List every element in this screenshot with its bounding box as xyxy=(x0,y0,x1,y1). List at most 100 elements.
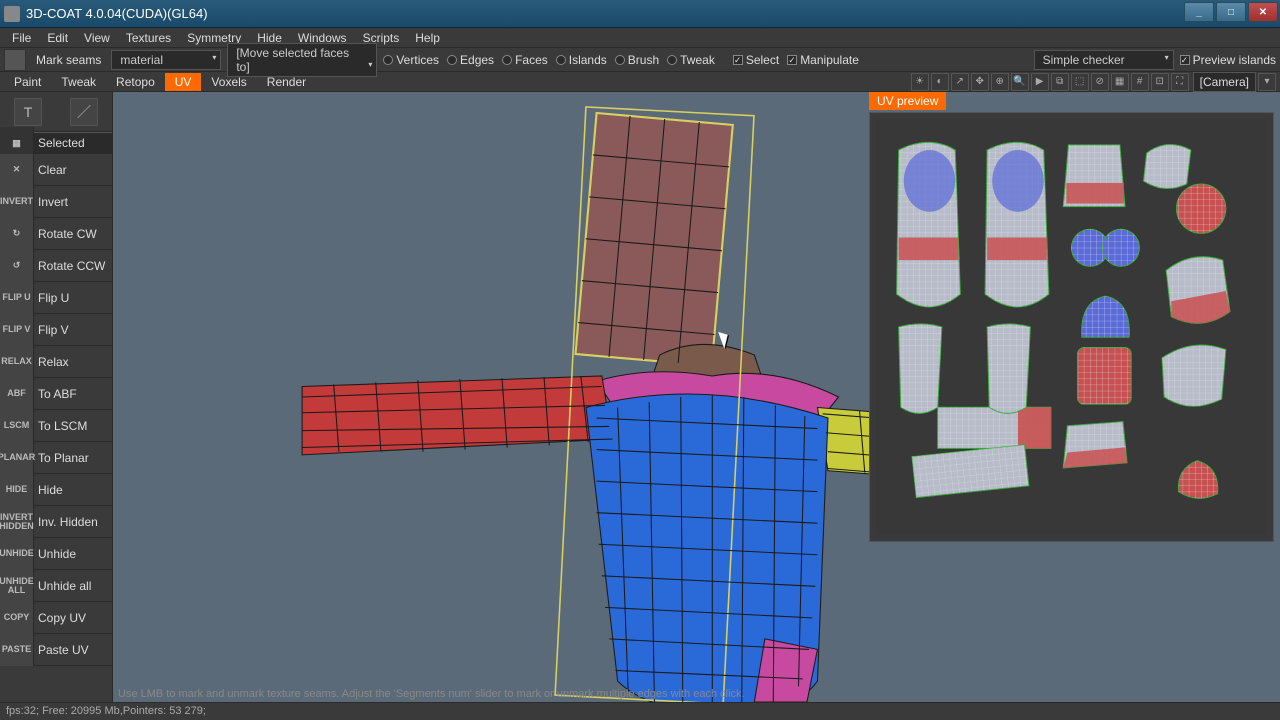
menu-view[interactable]: View xyxy=(76,29,118,47)
unhide-all-icon: UNHIDEALL xyxy=(0,570,34,602)
left-btn-rotate-ccw[interactable]: ↺Rotate CCW xyxy=(0,250,112,282)
menu-edit[interactable]: Edit xyxy=(39,29,76,47)
inv-hidden-icon: INVERTHIDDEN xyxy=(0,506,34,538)
left-btn-label: Copy UV xyxy=(34,611,86,625)
left-btn-clear[interactable]: ✕Clear xyxy=(0,154,112,186)
left-btn-rotate-cw[interactable]: ↻Rotate CW xyxy=(0,218,112,250)
brush-tool-icon[interactable]: ／ xyxy=(70,98,98,126)
mode-radio-edges[interactable]: Edges xyxy=(447,53,494,67)
radio-icon xyxy=(447,55,457,65)
left-btn-label: Invert xyxy=(34,195,68,209)
viewport-tool-12[interactable]: ⊡ xyxy=(1151,73,1169,91)
left-btn-relax[interactable]: RELAXRelax xyxy=(0,346,112,378)
left-btn-unhide[interactable]: UNHIDEUnhide xyxy=(0,538,112,570)
mode-tab-retopo[interactable]: Retopo xyxy=(106,73,165,91)
viewport-tool-3[interactable]: ✥ xyxy=(971,73,989,91)
hint-text: Use LMB to mark and unmark texture seams… xyxy=(118,686,1274,702)
check-manipulate[interactable]: Manipulate xyxy=(787,53,859,67)
viewport-tool-5[interactable]: 🔍 xyxy=(1011,73,1029,91)
left-tool-column: T ／ ▦ Selected ✕ClearINVERTInvert↻Rotate… xyxy=(0,92,113,702)
checkbox-icon xyxy=(1180,55,1190,65)
viewport-tool-1[interactable]: ◐ xyxy=(931,73,949,91)
viewport-tool-4[interactable]: ⊕ xyxy=(991,73,1009,91)
mode-tab-uv[interactable]: UV xyxy=(165,73,202,91)
left-btn-invert[interactable]: INVERTInvert xyxy=(0,186,112,218)
menu-help[interactable]: Help xyxy=(407,29,448,47)
hide-icon: HIDE xyxy=(0,474,34,506)
uv-preview-canvas[interactable] xyxy=(876,119,1267,535)
status-bar: fps:32; Free: 20995 Mb,Pointers: 53 279; xyxy=(0,702,1280,720)
menu-file[interactable]: File xyxy=(4,29,39,47)
mode-radio-islands[interactable]: Islands xyxy=(556,53,607,67)
check-select[interactable]: Select xyxy=(733,53,779,67)
checkbox-icon xyxy=(787,55,797,65)
camera-button[interactable]: [Camera] xyxy=(1193,72,1256,92)
mode-tab-paint[interactable]: Paint xyxy=(4,73,51,91)
viewport-tool-2[interactable]: ↗ xyxy=(951,73,969,91)
mark-seams-icon[interactable] xyxy=(4,49,26,71)
paste-uv-icon: PASTE xyxy=(0,634,34,666)
maximize-button[interactable]: □ xyxy=(1216,2,1246,22)
left-btn-to-lscm[interactable]: LSCMTo LSCM xyxy=(0,410,112,442)
viewport-tool-13[interactable]: ⛶ xyxy=(1171,73,1189,91)
camera-menu-icon[interactable]: ▾ xyxy=(1258,73,1276,91)
close-button[interactable]: ✕ xyxy=(1248,2,1278,22)
viewport-tool-9[interactable]: ⊘ xyxy=(1091,73,1109,91)
mode-radio-tweak[interactable]: Tweak xyxy=(667,53,715,67)
menu-textures[interactable]: Textures xyxy=(118,29,179,47)
material-dropdown[interactable]: material xyxy=(111,50,221,70)
left-btn-hide[interactable]: HIDEHide xyxy=(0,474,112,506)
left-btn-to-abf[interactable]: ABFTo ABF xyxy=(0,378,112,410)
mode-radio-vertices[interactable]: Vertices xyxy=(383,53,439,67)
mode-radio-faces[interactable]: Faces xyxy=(502,53,548,67)
left-btn-flip-v[interactable]: FLIP VFlip V xyxy=(0,314,112,346)
checkbox-icon xyxy=(733,55,743,65)
preview-islands-check[interactable]: Preview islands xyxy=(1180,53,1276,67)
preview-islands-label: Preview islands xyxy=(1193,53,1276,67)
viewport-tool-7[interactable]: ⧉ xyxy=(1051,73,1069,91)
menu-bar: FileEditViewTexturesSymmetryHideWindowsS… xyxy=(0,28,1280,48)
invert-icon: INVERT xyxy=(0,186,34,218)
toolbar: Mark seams material [Move selected faces… xyxy=(0,48,1280,72)
left-btn-label: Flip U xyxy=(34,291,69,305)
mode-tab-tweak[interactable]: Tweak xyxy=(51,73,106,91)
viewport-tool-0[interactable]: ☀ xyxy=(911,73,929,91)
text-tool-icon[interactable]: T xyxy=(14,98,42,126)
radio-icon xyxy=(502,55,512,65)
uv-preview-title: UV preview xyxy=(869,92,946,110)
minimize-button[interactable]: _ xyxy=(1184,2,1214,22)
rotate-ccw-icon: ↺ xyxy=(0,250,34,282)
viewport-tool-6[interactable]: ▶ xyxy=(1031,73,1049,91)
viewport-tool-8[interactable]: ⬚ xyxy=(1071,73,1089,91)
mode-tabs: PaintTweakRetopoUVVoxelsRender ☀◐↗✥⊕🔍▶⧉⬚… xyxy=(0,72,1280,92)
left-btn-label: Unhide all xyxy=(34,579,91,593)
left-btn-label: Rotate CCW xyxy=(34,259,105,273)
left-btn-label: Unhide xyxy=(34,547,76,561)
uv-preview-panel[interactable]: UV preview xyxy=(869,92,1274,552)
viewport-tool-10[interactable]: ▦ xyxy=(1111,73,1129,91)
to-lscm-icon: LSCM xyxy=(0,410,34,442)
left-btn-label: To LSCM xyxy=(34,419,87,433)
viewport-3d[interactable]: UV preview xyxy=(113,92,1280,702)
left-btn-label: To ABF xyxy=(34,387,77,401)
left-btn-label: Clear xyxy=(34,163,67,177)
viewport-tool-11[interactable]: # xyxy=(1131,73,1149,91)
left-btn-paste-uv[interactable]: PASTEPaste UV xyxy=(0,634,112,666)
radio-icon xyxy=(615,55,625,65)
left-btn-label: Relax xyxy=(34,355,69,369)
left-btn-label: Inv. Hidden xyxy=(34,515,98,529)
checker-dropdown[interactable]: Simple checker xyxy=(1034,50,1174,70)
radio-icon xyxy=(383,55,393,65)
left-btn-label: To Planar xyxy=(34,451,89,465)
cursor-icon xyxy=(721,330,733,348)
left-btn-inv-hidden[interactable]: INVERTHIDDENInv. Hidden xyxy=(0,506,112,538)
left-btn-label: Paste UV xyxy=(34,643,89,657)
radio-icon xyxy=(667,55,677,65)
move-faces-dropdown[interactable]: [Move selected faces to] xyxy=(227,43,377,77)
left-btn-copy-uv[interactable]: COPYCopy UV xyxy=(0,602,112,634)
left-btn-flip-u[interactable]: FLIP UFlip U xyxy=(0,282,112,314)
mode-radio-brush[interactable]: Brush xyxy=(615,53,659,67)
to-planar-icon: PLANAR xyxy=(0,442,34,474)
left-btn-unhide-all[interactable]: UNHIDEALLUnhide all xyxy=(0,570,112,602)
left-btn-to-planar[interactable]: PLANARTo Planar xyxy=(0,442,112,474)
